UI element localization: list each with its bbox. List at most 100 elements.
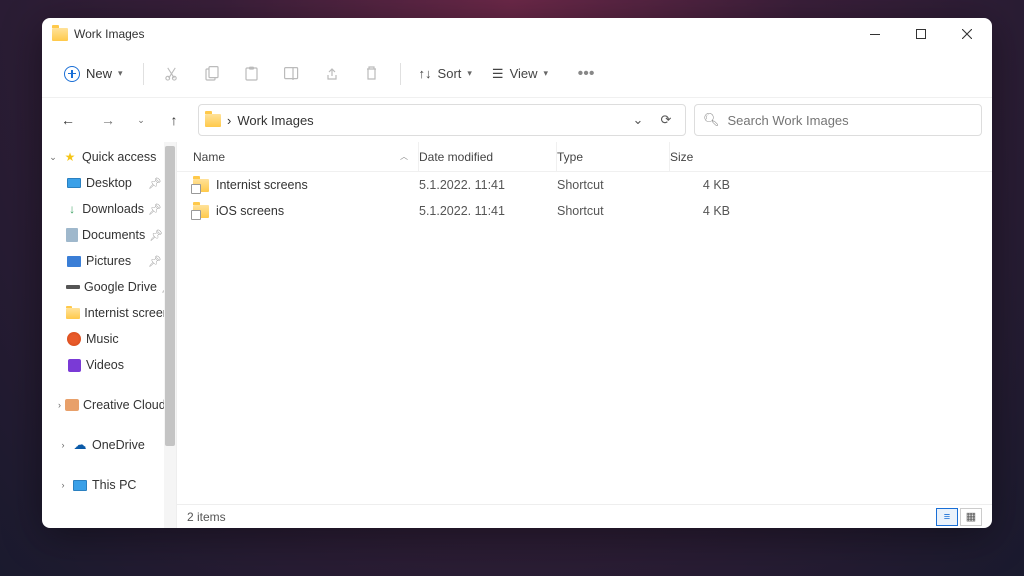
sidebar-label: Quick access	[82, 150, 156, 164]
search-icon: 🔍︎	[703, 112, 720, 128]
file-date: 5.1.2022. 11:41	[419, 204, 557, 218]
col-label: Date modified	[419, 150, 493, 164]
sidebar-label: Pictures	[86, 254, 131, 268]
toolbar: New ▾ ↑↓ Sort ▾ ☰ View ▾ •••	[42, 50, 992, 98]
star-icon: ★	[62, 150, 78, 164]
sidebar-item-pictures[interactable]: Pictures 📌︎	[42, 248, 176, 274]
address-bar[interactable]: › Work Images ⌄ ⟳	[198, 104, 686, 136]
sidebar: ⌄ ★ Quick access Desktop 📌︎ ↓ Downloads …	[42, 142, 177, 528]
close-button[interactable]	[944, 18, 990, 50]
sidebar-label: Documents	[82, 228, 145, 242]
minimize-button[interactable]	[852, 18, 898, 50]
file-row[interactable]: Internist screens 5.1.2022. 11:41 Shortc…	[177, 172, 992, 198]
view-toggles: ≡ ▦	[936, 508, 982, 526]
pin-icon: 📌︎	[148, 203, 162, 216]
sidebar-label: Creative Cloud Files	[83, 398, 176, 412]
copy-button[interactable]	[194, 56, 230, 92]
history-dropdown[interactable]: ⌄	[625, 112, 651, 128]
rename-button[interactable]	[274, 56, 310, 92]
file-date: 5.1.2022. 11:41	[419, 178, 557, 192]
col-label: Size	[670, 150, 693, 164]
video-icon	[68, 359, 81, 372]
file-size: 4 KB	[670, 204, 738, 218]
desktop-icon	[67, 178, 81, 188]
titlebar: Work Images	[42, 18, 992, 50]
document-icon	[66, 228, 78, 242]
expand-icon[interactable]: ›	[58, 480, 68, 490]
sort-icon: ↑↓	[419, 66, 432, 81]
cloud-icon: ☁	[72, 438, 88, 452]
path-sep: ›	[227, 113, 231, 128]
sort-label: Sort	[438, 66, 462, 81]
delete-button[interactable]	[354, 56, 390, 92]
collapse-icon[interactable]: ⌄	[48, 152, 58, 163]
cut-button[interactable]	[154, 56, 190, 92]
share-button[interactable]	[314, 56, 350, 92]
sidebar-item-internist[interactable]: Internist screens	[42, 300, 176, 326]
expand-icon[interactable]: ›	[58, 400, 61, 410]
creative-cloud-icon	[65, 399, 79, 411]
sidebar-item-videos[interactable]: Videos	[42, 352, 176, 378]
view-button[interactable]: ☰ View ▾	[484, 60, 556, 88]
col-type[interactable]: Type	[557, 142, 670, 171]
up-button[interactable]: ↑	[158, 104, 190, 136]
search-box[interactable]: 🔍︎	[694, 104, 982, 136]
chevron-down-icon: ▾	[467, 68, 472, 79]
more-button[interactable]: •••	[568, 56, 604, 92]
sidebar-item-onedrive[interactable]: › ☁ OneDrive	[42, 432, 176, 458]
view-icon: ☰	[492, 66, 504, 82]
sidebar-item-music[interactable]: Music	[42, 326, 176, 352]
sidebar-label: Internist screens	[84, 306, 176, 320]
pictures-icon	[67, 256, 81, 267]
scrollbar-thumb[interactable]	[165, 146, 175, 446]
sidebar-scrollbar[interactable]	[164, 142, 176, 528]
sidebar-label: OneDrive	[92, 438, 145, 452]
sidebar-item-downloads[interactable]: ↓ Downloads 📌︎	[42, 196, 176, 222]
file-type: Shortcut	[557, 178, 670, 192]
sidebar-label: Music	[86, 332, 119, 346]
new-button[interactable]: New ▾	[54, 60, 133, 88]
sidebar-label: Videos	[86, 358, 124, 372]
drive-icon	[66, 285, 80, 289]
thumbnails-view-button[interactable]: ▦	[960, 508, 982, 526]
sidebar-label: This PC	[92, 478, 136, 492]
col-date[interactable]: Date modified	[419, 142, 557, 171]
col-name[interactable]: Name ︿	[187, 142, 419, 171]
maximize-button[interactable]	[898, 18, 944, 50]
sidebar-label: Downloads	[82, 202, 144, 216]
folder-icon	[52, 28, 68, 41]
paste-button[interactable]	[234, 56, 270, 92]
window-title: Work Images	[74, 27, 144, 41]
forward-button[interactable]: →	[92, 104, 124, 136]
sidebar-item-creative-cloud[interactable]: › Creative Cloud Files	[42, 392, 176, 418]
file-list: Internist screens 5.1.2022. 11:41 Shortc…	[177, 172, 992, 504]
refresh-button[interactable]: ⟳	[653, 112, 679, 128]
window-controls	[852, 18, 990, 50]
file-explorer-window: Work Images New ▾ ↑↓ Sort ▾ ☰ View ▾	[42, 18, 992, 528]
col-size[interactable]: Size	[670, 142, 738, 171]
recent-button[interactable]: ⌄	[132, 104, 150, 136]
sort-indicator-icon: ︿	[400, 151, 408, 162]
sidebar-item-this-pc[interactable]: › This PC	[42, 472, 176, 498]
search-input[interactable]	[728, 113, 973, 128]
sort-button[interactable]: ↑↓ Sort ▾	[411, 60, 480, 87]
file-size: 4 KB	[670, 178, 738, 192]
back-button[interactable]: ←	[52, 104, 84, 136]
pin-icon: 📌︎	[148, 255, 162, 268]
nav-row: ← → ⌄ ↑ › Work Images ⌄ ⟳ 🔍︎	[42, 98, 992, 142]
sidebar-item-documents[interactable]: Documents 📌︎	[42, 222, 176, 248]
file-type: Shortcut	[557, 204, 670, 218]
sidebar-quick-access[interactable]: ⌄ ★ Quick access	[42, 144, 176, 170]
sidebar-item-google-drive[interactable]: Google Drive 📌︎	[42, 274, 176, 300]
sidebar-label: Desktop	[86, 176, 132, 190]
col-label: Type	[557, 150, 583, 164]
folder-icon	[66, 308, 80, 319]
path-segment[interactable]: Work Images	[237, 113, 313, 128]
view-label: View	[510, 66, 538, 81]
file-row[interactable]: iOS screens 5.1.2022. 11:41 Shortcut 4 K…	[177, 198, 992, 224]
pc-icon	[73, 480, 87, 491]
expand-icon[interactable]: ›	[58, 440, 68, 450]
sidebar-item-desktop[interactable]: Desktop 📌︎	[42, 170, 176, 196]
details-view-button[interactable]: ≡	[936, 508, 958, 526]
new-label: New	[86, 66, 112, 81]
